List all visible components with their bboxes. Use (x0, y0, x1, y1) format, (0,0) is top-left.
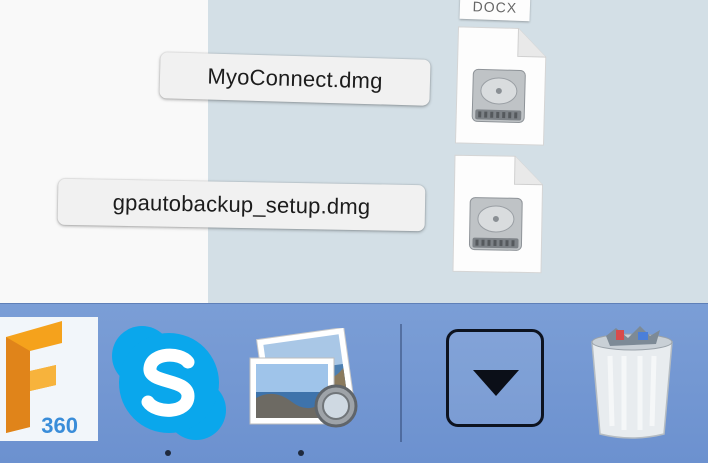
disk-image-icon[interactable] (453, 25, 548, 147)
file-label-gpautobackup[interactable]: gpautobackup_setup.dmg (57, 178, 426, 232)
dock-item-trash[interactable] (584, 326, 680, 447)
dock-item-skype[interactable] (108, 322, 230, 449)
dock-item-preview[interactable] (244, 326, 364, 443)
stack-file-docx[interactable]: DOCX (459, 0, 531, 22)
preview-running-indicator (298, 450, 304, 456)
fusion-360-badge: 360 (41, 413, 78, 438)
downloads-stack-fan: DOCX MyoConnect.dmg gpautobackup_setup.d… (0, 0, 708, 305)
preview-icon (249, 326, 358, 428)
skype-running-indicator (165, 450, 171, 456)
file-label-myoconnect[interactable]: MyoConnect.dmg (159, 52, 431, 106)
trash-full-icon (591, 326, 673, 439)
triangle-down-icon (473, 370, 519, 396)
stack-toggle-button[interactable] (446, 329, 544, 427)
dock: 360 (0, 303, 708, 463)
skype-icon (112, 326, 226, 440)
dock-separator (400, 324, 402, 442)
dock-item-fusion-360[interactable]: 360 (0, 317, 98, 441)
disk-image-icon[interactable] (451, 153, 545, 275)
docx-extension-label: DOCX (472, 0, 518, 16)
